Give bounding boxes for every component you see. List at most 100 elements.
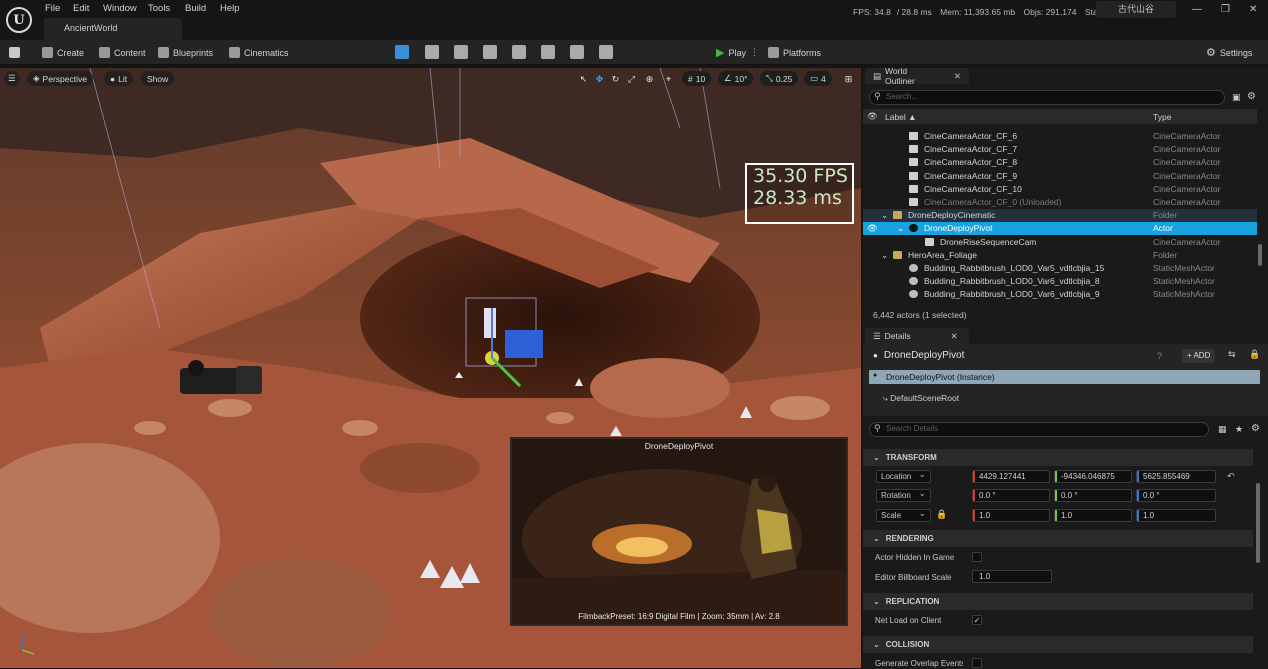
help-icon[interactable]: ?	[1157, 351, 1162, 361]
label-column-header[interactable]: Label ▲	[885, 112, 917, 122]
landscape-mode-icon[interactable]	[425, 45, 439, 59]
outliner-row[interactable]: CineCameraActor_CF_0 (Unloaded) CineCamer…	[863, 196, 1257, 209]
play-options-icon[interactable]: ⋮	[750, 47, 759, 58]
location-dropdown[interactable]: Location	[876, 469, 931, 483]
maximize-viewport-icon[interactable]: ⊞	[843, 74, 854, 85]
rotate-tool-icon[interactable]: ↻	[610, 74, 621, 85]
menu-file[interactable]: File	[45, 3, 60, 14]
scale-x-field[interactable]: 1.0	[972, 509, 1050, 522]
outliner-row[interactable]: DroneRiseSequenceCam CineCameraActor	[863, 236, 1257, 249]
visibility-eye-icon[interactable]: 👁	[867, 223, 878, 234]
platforms-button[interactable]: Platforms	[768, 45, 821, 60]
select-tool-icon[interactable]: ↖	[578, 74, 589, 85]
select-mode-icon[interactable]	[395, 45, 409, 59]
settings-button[interactable]: ⚙ Settings	[1206, 45, 1252, 60]
lit-button[interactable]: ● Lit	[104, 71, 134, 86]
cinematics-button[interactable]: Cinematics	[229, 45, 289, 60]
play-button[interactable]: ▶ Play ⋮	[716, 45, 759, 60]
location-y-field[interactable]: -94346.046875	[1054, 470, 1132, 483]
scale-lock-icon[interactable]: 🔒	[936, 509, 947, 520]
scale-y-field[interactable]: 1.0	[1054, 509, 1132, 522]
outliner-row[interactable]: CineCameraActor_CF_9 CineCameraActor	[863, 170, 1257, 183]
grid-snap-button[interactable]: #10	[682, 71, 712, 86]
transform-section[interactable]: ⌄ TRANSFORM	[863, 449, 1253, 466]
outliner-row[interactable]: ⌄ DroneDeployCinematic Folder	[863, 209, 1257, 223]
default-scene-root[interactable]: ⤷ DefaultSceneRoot	[883, 393, 959, 404]
outliner-row[interactable]: CineCameraActor_CF_10 CineCameraActor	[863, 183, 1257, 196]
outliner-row[interactable]: Budding_Rabbitbrush_LOD0_Var6_vdtlcbjia_…	[863, 288, 1257, 301]
lock-icon[interactable]: 🔒	[1249, 349, 1260, 360]
type-column-header[interactable]: Type	[1153, 112, 1171, 122]
collision-section[interactable]: ⌄ COLLISION	[863, 636, 1253, 653]
rotation-z-field[interactable]: 0.0 °	[1136, 489, 1216, 502]
mesh-paint-mode-icon[interactable]	[483, 45, 497, 59]
outliner-row[interactable]: CineCameraActor_CF_6 CineCameraActor	[863, 130, 1257, 143]
details-tab[interactable]: ☰ Details ✕	[865, 328, 969, 344]
outliner-search-input[interactable]: Search...	[869, 90, 1225, 105]
favorite-star-icon[interactable]: ★	[1235, 424, 1243, 435]
maximize-icon[interactable]: ❐	[1221, 4, 1230, 15]
net-load-checkbox[interactable]: ✓	[972, 615, 982, 625]
expand-arrow-icon[interactable]: ⌄	[897, 223, 904, 234]
table-view-icon[interactable]: ▦	[1218, 424, 1227, 435]
replication-section[interactable]: ⌄ REPLICATION	[863, 593, 1253, 610]
perspective-button[interactable]: ◈ Perspective	[27, 71, 93, 86]
instance-row[interactable]: ● DroneDeployPivot (Instance)	[869, 370, 1260, 384]
surface-snap-icon[interactable]: ⌖	[663, 74, 674, 85]
scale-tool-icon[interactable]: ⤢	[626, 74, 637, 85]
reset-to-default-icon[interactable]: ↶	[1227, 471, 1235, 482]
unreal-logo-icon[interactable]: U	[6, 7, 32, 33]
rotation-snap-button[interactable]: ∠ 10°	[718, 71, 754, 86]
hidden-in-game-checkbox[interactable]	[972, 552, 982, 562]
outliner-scrollbar[interactable]	[1258, 244, 1262, 266]
menu-build[interactable]: Build	[185, 3, 206, 14]
expand-arrow-icon[interactable]: ⌄	[881, 250, 888, 261]
details-settings-icon[interactable]: ⚙	[1251, 423, 1260, 434]
rendering-section[interactable]: ⌄ RENDERING	[863, 530, 1253, 547]
outliner-row[interactable]: Budding_Rabbitbrush_LOD0_Var6_vdtlcbjia_…	[863, 275, 1257, 288]
rotation-x-field[interactable]: 0.0 °	[972, 489, 1050, 502]
menu-help[interactable]: Help	[220, 3, 240, 14]
add-folder-icon[interactable]: ▣	[1232, 92, 1241, 103]
project-tab[interactable]: AncientWorld	[44, 18, 182, 40]
expand-arrow-icon[interactable]: ⌄	[881, 210, 888, 221]
viewport-menu-icon[interactable]: ☰	[4, 71, 20, 86]
rotation-y-field[interactable]: 0.0 °	[1054, 489, 1132, 502]
close-outliner-icon[interactable]: ✕	[954, 71, 961, 82]
blueprints-button[interactable]: Blueprints	[158, 45, 213, 60]
close-window-icon[interactable]: ✕	[1249, 4, 1257, 15]
minimize-icon[interactable]: —	[1192, 4, 1202, 15]
animation-mode-icon[interactable]	[570, 45, 584, 59]
menu-tools[interactable]: Tools	[148, 3, 170, 14]
blueprint-icon[interactable]: ⇆	[1228, 349, 1236, 360]
rotation-dropdown[interactable]: Rotation	[876, 488, 931, 502]
save-icon[interactable]	[9, 45, 20, 60]
location-x-field[interactable]: 4429.127441	[972, 470, 1050, 483]
content-button[interactable]: Content	[99, 45, 146, 60]
outliner-row[interactable]: ⌄ HeroArea_Foliage Folder	[863, 249, 1257, 262]
create-button[interactable]: Create	[42, 45, 84, 60]
show-button[interactable]: Show	[141, 71, 175, 86]
foliage-mode-icon[interactable]	[454, 45, 468, 59]
location-z-field[interactable]: 5625.855469	[1136, 470, 1216, 483]
outliner-row[interactable]: CineCameraActor_CF_8 CineCameraActor	[863, 156, 1257, 169]
scale-snap-button[interactable]: ⤡ 0.25	[760, 71, 799, 86]
fracture-mode-icon[interactable]	[512, 45, 526, 59]
menu-edit[interactable]: Edit	[73, 3, 89, 14]
details-search-input[interactable]: Search Details	[869, 422, 1209, 437]
level-viewport[interactable]: ☰ ◈ Perspective ● Lit Show ↖ ✥ ↻ ⤢ ⊕ ⌖ #10…	[0, 68, 861, 668]
visibility-column-icon[interactable]: 👁	[867, 111, 878, 122]
menu-window[interactable]: Window	[103, 3, 137, 14]
billboard-scale-field[interactable]: 1.0	[972, 570, 1052, 583]
translate-tool-icon[interactable]: ✥	[594, 74, 605, 85]
add-component-button[interactable]: + ADD	[1182, 349, 1216, 363]
scale-z-field[interactable]: 1.0	[1136, 509, 1216, 522]
outliner-row[interactable]: Budding_Rabbitbrush_LOD0_Var5_vdtlcbjia_…	[863, 262, 1257, 275]
outliner-settings-icon[interactable]: ⚙	[1247, 91, 1256, 102]
overlap-events-checkbox[interactable]	[972, 658, 982, 668]
plugin-mode-icon[interactable]	[599, 45, 613, 59]
world-space-icon[interactable]: ⊕	[644, 74, 655, 85]
outliner-row[interactable]: CineCameraActor_CF_7 CineCameraActor	[863, 143, 1257, 156]
camera-speed-button[interactable]: ▭ 4	[804, 71, 832, 86]
details-scrollbar[interactable]	[1256, 483, 1260, 563]
